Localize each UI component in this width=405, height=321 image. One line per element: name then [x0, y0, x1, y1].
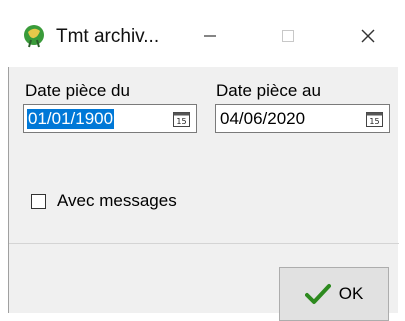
ok-label: OK — [338, 284, 364, 303]
divider — [9, 243, 399, 244]
date-to-field[interactable]: 04/06/2020 15 — [215, 104, 390, 133]
dialog-window: Tmt archiv... Date pièce du Date pièce a… — [0, 0, 405, 321]
calendar-icon[interactable]: 15 — [366, 111, 383, 127]
close-icon — [361, 29, 375, 43]
date-from-label: Date pièce du — [25, 81, 130, 100]
date-from-field[interactable]: 01/01/1900 15 — [23, 104, 197, 133]
checkmark-icon — [304, 284, 331, 304]
window-title: Tmt archiv... — [56, 26, 160, 47]
with-messages-label[interactable]: Avec messages — [57, 191, 177, 211]
close-button[interactable] — [338, 16, 398, 56]
date-to-value: 04/06/2020 — [220, 109, 306, 128]
date-to-label: Date pièce au — [216, 81, 321, 100]
svg-text:15: 15 — [369, 117, 379, 126]
calendar-icon[interactable]: 15 — [173, 111, 190, 127]
svg-text:15: 15 — [176, 117, 186, 126]
ok-button[interactable]: OK — [279, 267, 389, 321]
with-messages-checkbox[interactable] — [31, 194, 46, 209]
title-bar[interactable]: Tmt archiv... — [0, 0, 405, 67]
dialog-body: Date pièce du Date pièce au 01/01/1900 1… — [8, 67, 399, 321]
app-icon — [21, 22, 47, 48]
maximize-button[interactable] — [258, 16, 318, 56]
minimize-icon — [204, 35, 216, 37]
date-from-value: 01/01/1900 — [27, 109, 115, 129]
maximize-icon — [282, 30, 294, 42]
minimize-button[interactable] — [180, 16, 240, 56]
